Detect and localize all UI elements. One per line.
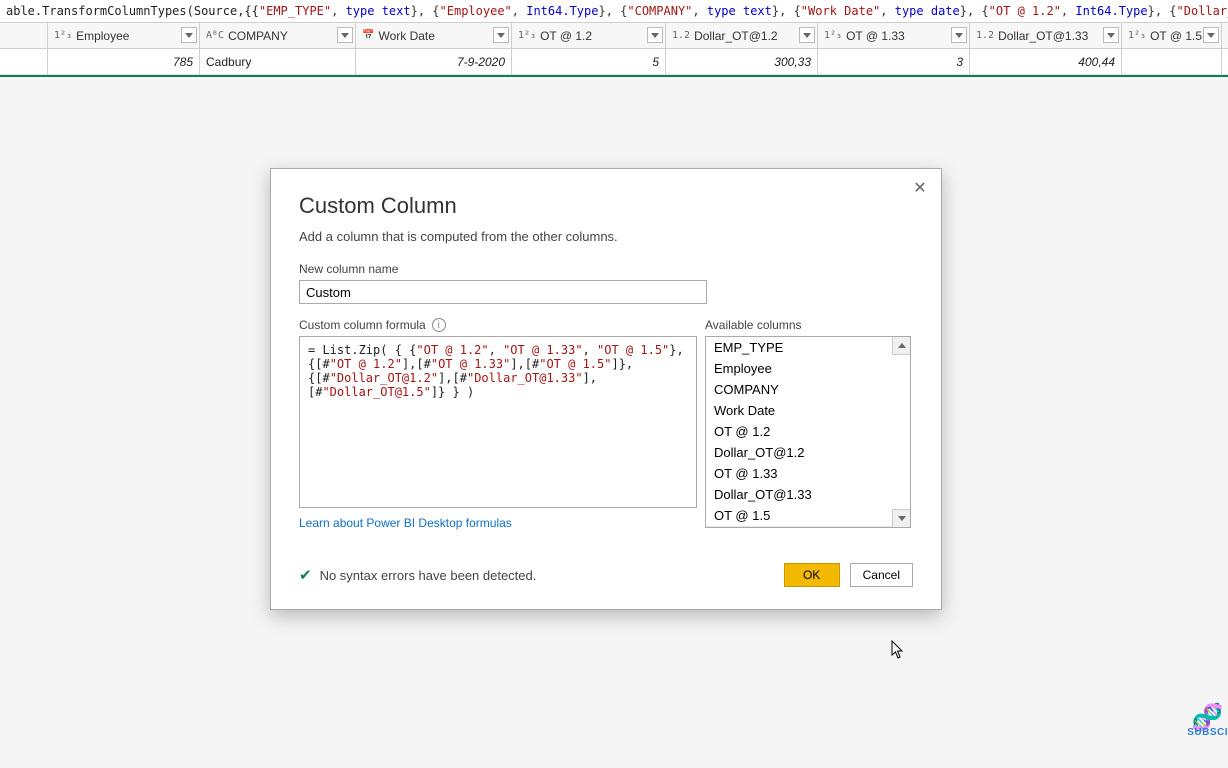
column-header[interactable]: 📅 Work Date <box>356 23 512 48</box>
type-icon: 1²₃ <box>824 30 842 41</box>
column-header-label: Dollar_OT@1.2 <box>694 29 778 43</box>
column-header[interactable]: 1²₃ OT @ 1.2 <box>512 23 666 48</box>
cell[interactable]: 3 <box>818 49 970 74</box>
available-column-item[interactable]: Dollar_OT@1.33 <box>706 484 910 505</box>
type-icon: 1.2 <box>672 30 690 41</box>
column-header-label: OT @ 1.33 <box>846 29 905 43</box>
info-icon[interactable]: i <box>432 318 446 332</box>
type-icon: 1²₃ <box>1128 30 1146 41</box>
available-column-item[interactable]: Employee <box>706 358 910 379</box>
filter-dropdown-icon[interactable] <box>951 27 967 43</box>
type-icon: AᴮC <box>206 30 224 41</box>
cell[interactable]: Cadbury <box>200 49 356 74</box>
cancel-button[interactable]: Cancel <box>850 563 913 587</box>
available-columns-label: Available columns <box>705 318 911 332</box>
check-icon: ✔ <box>299 566 312 584</box>
available-column-item[interactable]: Dollar_OT@1.2 <box>706 442 910 463</box>
learn-link[interactable]: Learn about Power BI Desktop formulas <box>299 516 697 530</box>
formula-editor[interactable]: = List.Zip( { {"OT @ 1.2", "OT @ 1.33", … <box>299 336 697 508</box>
custom-column-dialog: ✕ Custom Column Add a column that is com… <box>270 168 942 610</box>
available-column-item[interactable]: Dollar_OT@1.5 <box>706 526 910 528</box>
type-icon: 📅 <box>362 30 374 41</box>
scroll-down-icon[interactable] <box>892 509 910 527</box>
filter-dropdown-icon[interactable] <box>181 27 197 43</box>
cell[interactable]: 5 <box>512 49 666 74</box>
watermark: 🧬 SUBSCI <box>1187 707 1228 738</box>
filter-dropdown-icon[interactable] <box>799 27 815 43</box>
column-header-label: Work Date <box>378 29 434 43</box>
insert-button-stub[interactable] <box>705 527 911 541</box>
column-header[interactable] <box>0 23 48 48</box>
available-column-item[interactable]: EMP_TYPE <box>706 337 910 358</box>
new-column-name-label: New column name <box>299 262 913 276</box>
data-table: 1²₃ Employee AᴮC COMPANY 📅 Work Date 1²₃ OT @ 1… <box>0 23 1228 77</box>
cell[interactable] <box>0 49 48 74</box>
available-column-item[interactable]: OT @ 1.2 <box>706 421 910 442</box>
cell[interactable]: 400,44 <box>970 49 1122 74</box>
filter-dropdown-icon[interactable] <box>647 27 663 43</box>
dialog-subtitle: Add a column that is computed from the o… <box>299 229 913 244</box>
available-column-item[interactable]: OT @ 1.5 <box>706 505 910 526</box>
type-icon: 1²₃ <box>518 30 536 41</box>
column-header[interactable]: 1²₃ OT @ 1.5 <box>1122 23 1222 48</box>
new-column-name-input[interactable] <box>299 280 707 304</box>
table-row[interactable]: 785Cadbury7-9-20205300,333400,44 <box>0 49 1228 75</box>
type-icon: 1²₃ <box>54 30 72 41</box>
column-header[interactable]: 1²₃ Employee <box>48 23 200 48</box>
available-column-item[interactable]: Work Date <box>706 400 910 421</box>
filter-dropdown-icon[interactable] <box>337 27 353 43</box>
column-header[interactable]: AᴮC COMPANY <box>200 23 356 48</box>
column-header[interactable]: 1.2 Dollar_OT@1.2 <box>666 23 818 48</box>
dialog-title: Custom Column <box>299 193 913 219</box>
column-header-label: Dollar_OT@1.33 <box>998 29 1088 43</box>
cell[interactable]: 785 <box>48 49 200 74</box>
available-column-item[interactable]: OT @ 1.33 <box>706 463 910 484</box>
column-header-label: Employee <box>76 29 129 43</box>
filter-dropdown-icon[interactable] <box>1203 27 1219 43</box>
filter-dropdown-icon[interactable] <box>493 27 509 43</box>
column-header[interactable]: 1²₃ OT @ 1.33 <box>818 23 970 48</box>
type-icon: 1.2 <box>976 30 994 41</box>
cell[interactable]: 7-9-2020 <box>356 49 512 74</box>
column-header-label: OT @ 1.2 <box>540 29 592 43</box>
filter-dropdown-icon[interactable] <box>1103 27 1119 43</box>
close-icon[interactable]: ✕ <box>909 177 931 199</box>
formula-label: Custom column formula i <box>299 318 697 332</box>
available-column-item[interactable]: COMPANY <box>706 379 910 400</box>
column-header-label: OT @ 1.5 <box>1150 29 1202 43</box>
formula-bar[interactable]: able.TransformColumnTypes(Source,{{"EMP_… <box>0 0 1228 23</box>
cursor-icon <box>891 640 905 660</box>
ok-button[interactable]: OK <box>784 563 840 587</box>
status-text: No syntax errors have been detected. <box>320 568 537 583</box>
cell[interactable] <box>1122 49 1222 74</box>
available-columns-list[interactable]: EMP_TYPEEmployeeCOMPANYWork DateOT @ 1.2… <box>705 336 911 528</box>
column-header[interactable]: 1.2 Dollar_OT@1.33 <box>970 23 1122 48</box>
cell[interactable]: 300,33 <box>666 49 818 74</box>
scroll-up-icon[interactable] <box>892 337 910 355</box>
column-header-label: COMPANY <box>228 29 288 43</box>
